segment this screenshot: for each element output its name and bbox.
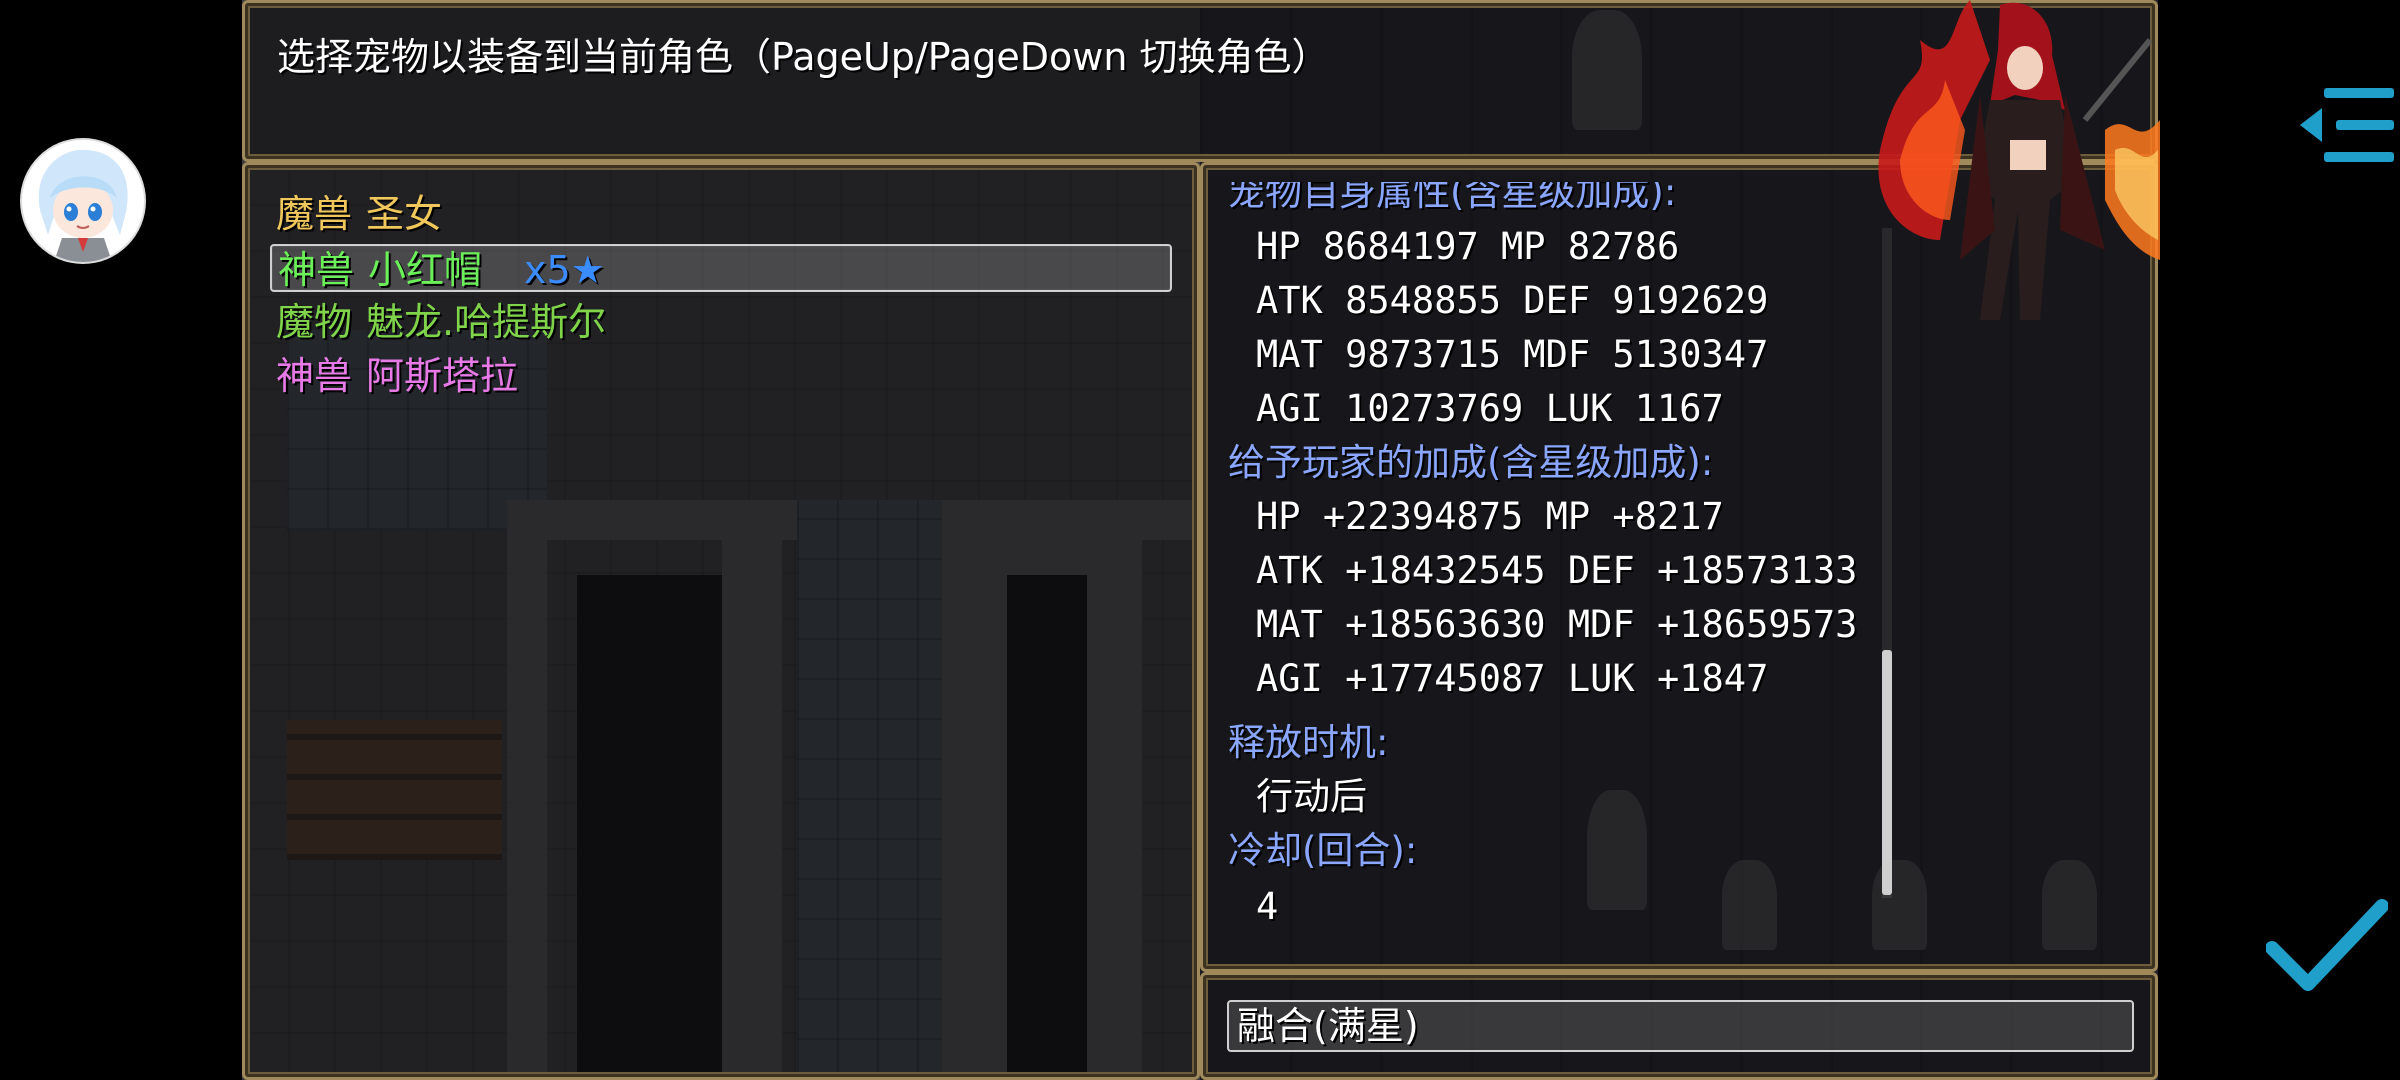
pet-type: 魔兽 [276,192,353,236]
character-portrait [1878,0,2160,320]
release-timing-header: 释放时机: [1228,721,1389,764]
bonus-stat-line: MAT +18563630 MDF +18659573 [1256,603,1858,646]
bonus-stat-line: ATK +18432545 DEF +18573133 [1256,549,1858,592]
self-stat-line: MAT 9873715 MDF 5130347 [1256,333,1769,376]
self-stat-line: ATK 8548855 DEF 9192629 [1256,279,1769,322]
bonus-stats-header: 给予玩家的加成(含星级加成): [1228,441,1714,484]
bonus-stat-line: AGI +17745087 LUK +1847 [1256,657,1769,700]
assistant-avatar[interactable] [22,140,144,262]
pet-list-item[interactable]: 神兽 阿斯塔拉 [276,352,1161,400]
cooldown-value: 4 [1256,885,1279,928]
pet-name: 圣女 [366,192,443,236]
release-timing-value: 行动后 [1256,775,1367,818]
pet-name: 小红帽 [368,248,483,292]
pet-list-item[interactable]: 魔兽 圣女 [276,190,1161,238]
help-text: 选择宠物以装备到当前角色（PageUp/PageDown 切换角色） [277,35,1330,79]
pet-star-rank: x5★ [524,248,605,292]
pet-name: 魅龙.哈提斯尔 [366,300,607,344]
cooldown-header: 冷却(回合): [1228,829,1418,872]
bonus-stat-line: HP +22394875 MP +8217 [1256,495,1724,538]
self-stat-line: HP 8684197 MP 82786 [1256,225,1680,268]
self-stat-line: AGI 10273769 LUK 1167 [1256,387,1724,430]
detail-scroll-thumb[interactable] [1882,650,1892,895]
pet-type: 神兽 [276,354,353,398]
checkmark-icon[interactable] [2266,896,2388,996]
pet-type: 神兽 [278,248,355,292]
pet-list-item[interactable]: 神兽 小红帽 x5★ [270,244,1172,292]
chibi-girl-avatar-icon [23,141,143,262]
menu-collapse-icon[interactable] [2296,80,2396,170]
pet-list-item[interactable]: 魔物 魅龙.哈提斯尔 [276,298,1161,346]
pet-name: 阿斯塔拉 [366,354,519,398]
fuse-button-label: 融合(满星) [1237,1004,1419,1048]
pet-type: 魔物 [276,300,353,344]
